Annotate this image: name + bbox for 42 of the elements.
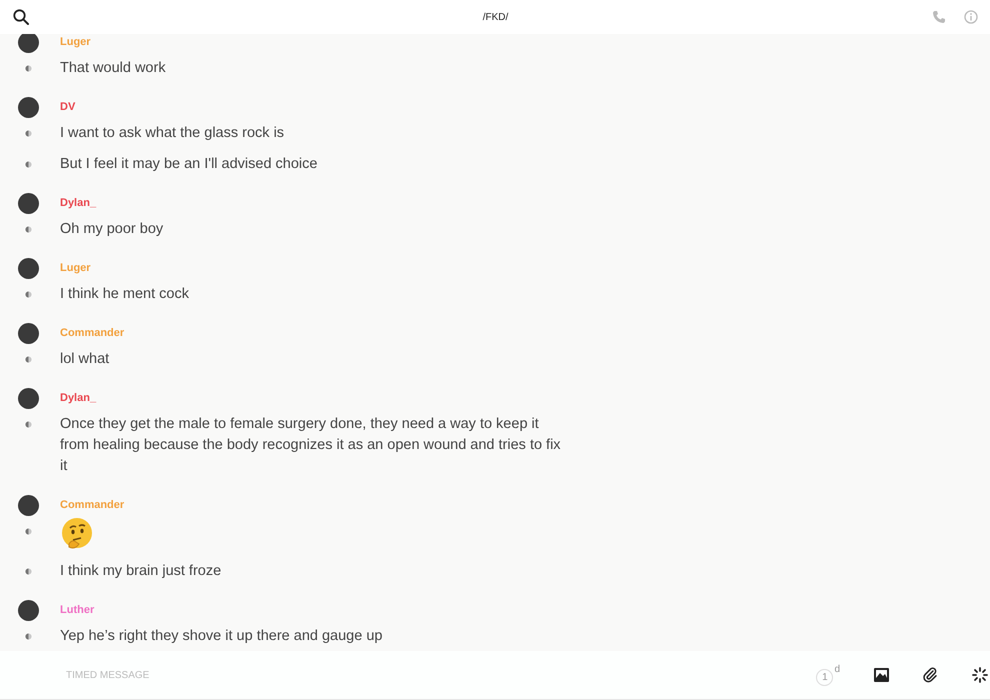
- read-status-icon: [24, 226, 32, 233]
- sparkle-icon[interactable]: [972, 667, 988, 683]
- message-input[interactable]: TIMED MESSAGE: [64, 668, 368, 682]
- read-status-icon: [24, 633, 32, 640]
- author-name[interactable]: Commander: [60, 325, 990, 344]
- author-name[interactable]: Luther: [60, 602, 990, 621]
- author-name[interactable]: Luger: [60, 34, 990, 53]
- image-icon[interactable]: [874, 668, 889, 682]
- message-text: I think my brain just froze: [60, 562, 222, 581]
- read-status-icon: [24, 568, 32, 575]
- avatar[interactable]: [18, 495, 38, 516]
- thinking-face-icon: [60, 517, 94, 551]
- author-name[interactable]: Dylan_: [60, 390, 990, 409]
- read-status-icon: [24, 65, 32, 72]
- author-name[interactable]: Dylan_: [60, 195, 990, 214]
- avatar[interactable]: [18, 97, 38, 118]
- message-text: lol what: [60, 350, 110, 369]
- avatar[interactable]: [18, 323, 38, 344]
- author-name[interactable]: Luger: [60, 260, 990, 279]
- read-status-icon: [24, 130, 32, 137]
- channel-title: /FKD/: [482, 12, 508, 22]
- message-text: I want to ask what the glass rock is: [60, 124, 286, 143]
- read-status-icon: [24, 161, 32, 168]
- message-text: Yep he’s right they shove it up there and gauge up: [60, 627, 384, 646]
- author-name[interactable]: Commander: [60, 497, 990, 516]
- read-status-icon: [24, 291, 32, 298]
- message-text: That would work: [60, 59, 167, 78]
- message-text: Oh my poor boy: [60, 220, 164, 239]
- avatar[interactable]: [18, 600, 38, 621]
- avatar[interactable]: [18, 258, 38, 279]
- author-name[interactable]: DV: [60, 99, 990, 118]
- message-text: But I feel it may be an I'll advised choice: [60, 155, 318, 174]
- read-status-icon: [24, 528, 32, 535]
- avatar[interactable]: [18, 193, 38, 214]
- avatar[interactable]: [18, 388, 38, 409]
- paperclip-icon[interactable]: [923, 667, 938, 683]
- message-text: Once they get the male to female surgery done, they need a way to keep it from healing because the body recognizes it as an open wound and tries to fix it: [60, 415, 562, 476]
- avatar[interactable]: [18, 34, 38, 53]
- read-status-icon: [24, 356, 32, 363]
- search-icon[interactable]: [13, 9, 29, 25]
- read-status-icon: [24, 421, 32, 428]
- message-text: I think he ment cock: [60, 285, 190, 304]
